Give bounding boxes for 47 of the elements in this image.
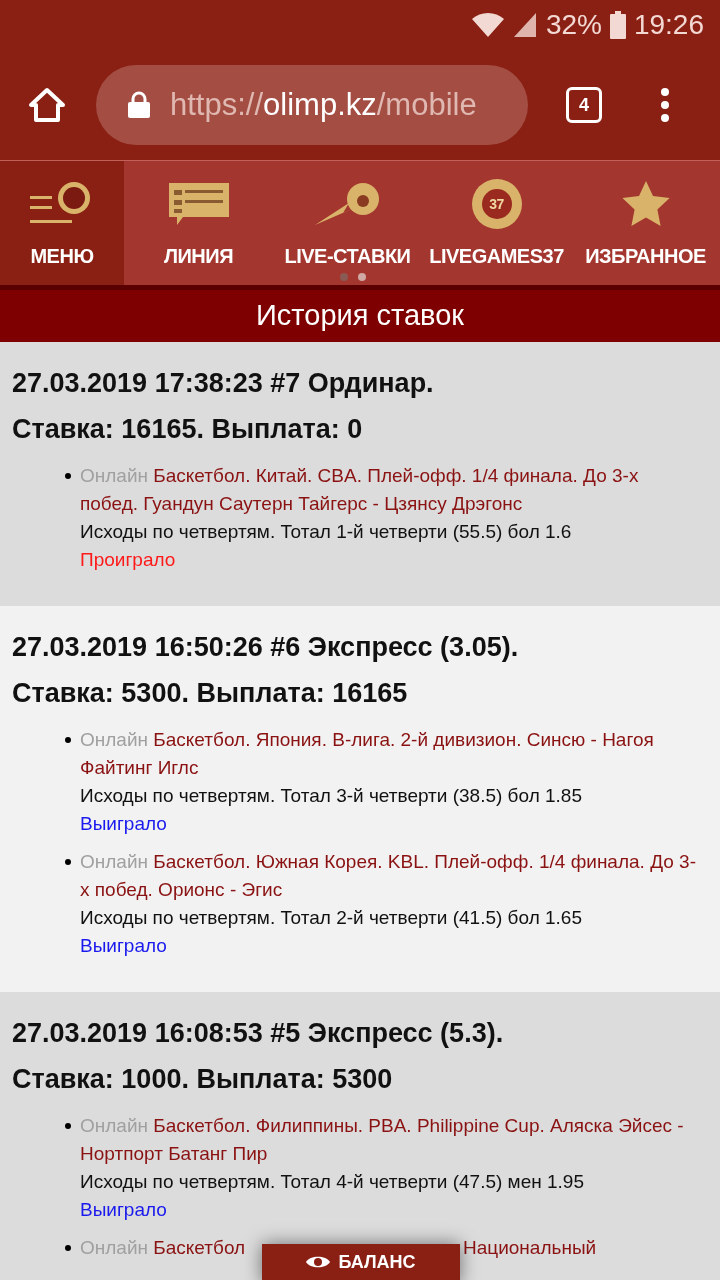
balance-button[interactable]: БАЛАНС [262, 1244, 460, 1280]
address-bar[interactable]: https://olimp.kz/mobile [96, 65, 528, 145]
flying-ball-icon [314, 181, 381, 227]
signal-icon [513, 11, 538, 39]
bet-header: 27.03.2019 16:50:26 #6 Экспресс (3.05). [12, 631, 520, 664]
page-title: История ставок [0, 290, 720, 342]
bet-header: 27.03.2019 16:08:53 #5 Экспресс (5.3). [12, 1017, 505, 1050]
list-icon [168, 181, 229, 227]
nav-tab[interactable]: МЕНЮ [0, 161, 124, 285]
market-text: Исходы по четвертям. Тотал 1-й четверти (55.5) бол 1.6 [80, 520, 573, 544]
nav-tab[interactable]: ЛИНИЯ [124, 161, 273, 285]
bullet [65, 1245, 71, 1251]
event-text: Онлайн Баскетбол. Южная Корея. KBL. Плей-офф. 1/4 финала. До 3-х побед. Орионс - Эгис [80, 850, 697, 902]
bullet [65, 473, 71, 479]
nav-tab[interactable]: 37 LIVEGAMES37 [422, 161, 571, 285]
more-icon[interactable] [660, 87, 670, 123]
market-text: Исходы по четвертям. Тотал 4-й четверти (47.5) мен 1.95 [80, 1170, 585, 1194]
tab-count-button[interactable]: 4 [566, 87, 602, 123]
eye-icon [306, 1254, 331, 1270]
bet-summary: Ставка: 5300. Выплата: 16165 [12, 677, 409, 710]
event-text: Национальный [463, 1236, 597, 1260]
event-text: Онлайн Баскетбол. Китай. CBA. Плей-офф. 1/4 финала. До 3-х побед. Гуандун Саутерн Тайгерс - Цзянсу Дрэгонс [80, 464, 640, 516]
result-text: Выиграло [80, 812, 168, 836]
battery-icon [609, 11, 626, 39]
event-text: Онлайн Баскетбол [80, 1236, 246, 1260]
home-icon[interactable] [28, 87, 66, 123]
market-text: Исходы по четвертям. Тотал 2-й четверти (41.5) бол 1.65 [80, 906, 583, 930]
wifi-icon [469, 11, 506, 39]
bullet [65, 737, 71, 743]
market-text: Исходы по четвертям. Тотал 3-й четверти (38.5) бол 1.85 [80, 784, 583, 808]
star-icon [621, 181, 670, 227]
bet-header: 27.03.2019 17:38:23 #7 Ординар. [12, 367, 435, 400]
result-text: Выиграло [80, 1198, 168, 1222]
bullet [65, 859, 71, 865]
event-text: Онлайн Баскетбол. Филиппины. PBA. Philippine Cup. Аляска Эйсес - Нортпорт Батанг Пир [80, 1114, 685, 1166]
nav-tab[interactable]: ИЗБРАННОЕ [571, 161, 720, 285]
bet-summary: Ставка: 1000. Выплата: 5300 [12, 1063, 394, 1096]
result-text: Проиграло [80, 548, 177, 572]
url-text: https://olimp.kz/mobile [170, 85, 477, 124]
bullet [65, 1123, 71, 1129]
bet-summary: Ставка: 16165. Выплата: 0 [12, 413, 364, 446]
clock: 19:26 [633, 8, 704, 42]
event-text: Онлайн Баскетбол. Япония. B-лига. 2-й дивизион. Синсю - Нагоя Файтинг Иглс [80, 728, 655, 780]
lock-icon [128, 91, 150, 119]
battery-percent: 32% [545, 8, 602, 42]
nav-tab[interactable]: LIVE-СТАВКИ [273, 161, 422, 285]
result-text: Выиграло [80, 934, 168, 958]
